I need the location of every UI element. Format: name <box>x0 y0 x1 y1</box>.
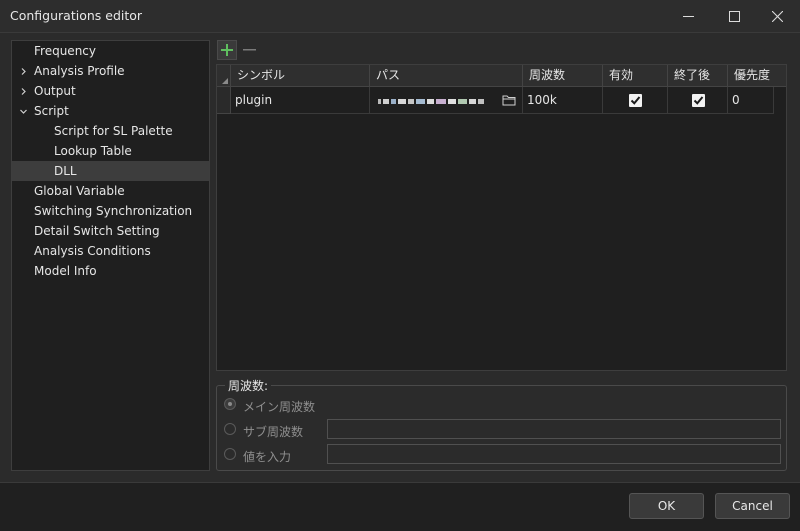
input-value-field[interactable] <box>327 444 781 464</box>
radio-main-frequency-label: メイン周波数 <box>243 400 316 414</box>
radio-main-frequency[interactable] <box>224 398 236 410</box>
ok-button[interactable]: OK <box>629 493 704 519</box>
window-title: Configurations editor <box>10 8 143 23</box>
nav-item-script[interactable]: Script <box>12 101 209 121</box>
nav-item-global-variable[interactable]: Global Variable <box>12 181 209 201</box>
column-header-after-end[interactable]: 終了後 <box>668 65 728 87</box>
cell-priority[interactable]: 0 <box>728 87 774 114</box>
table-corner[interactable] <box>217 65 231 87</box>
nav-item-label: Global Variable <box>34 184 125 198</box>
nav-item-label: Model Info <box>34 264 97 278</box>
cell-path[interactable] <box>370 87 523 114</box>
nav-item-label: Script <box>34 104 69 118</box>
nav-item-label: Lookup Table <box>54 144 132 158</box>
column-header-enabled[interactable]: 有効 <box>603 65 668 87</box>
remove-row-button[interactable] <box>240 40 258 60</box>
nav-item-lookup-table[interactable]: Lookup Table <box>12 141 209 161</box>
chevron-down-icon[interactable] <box>18 101 28 121</box>
nav-item-detail-switch-setting[interactable]: Detail Switch Setting <box>12 221 209 241</box>
maximize-icon <box>728 10 740 22</box>
obscured-path-text <box>378 98 486 104</box>
nav-item-label: Switching Synchronization <box>34 204 193 218</box>
checkmark-icon <box>693 96 704 105</box>
nav-item-frequency[interactable]: Frequency <box>12 41 209 61</box>
nav-item-output[interactable]: Output <box>12 81 209 101</box>
dll-table: シンボル パス 周波数 有効 終了後 優先度 plugin 100k 0 <box>216 64 787 371</box>
minimize-button[interactable] <box>665 0 711 32</box>
row-header[interactable] <box>217 87 231 114</box>
nav-item-label: Analysis Profile <box>34 64 125 78</box>
radio-sub-frequency[interactable] <box>224 423 236 435</box>
folder-icon[interactable] <box>502 94 516 106</box>
nav-item-dll[interactable]: DLL <box>12 161 209 181</box>
plus-icon <box>221 44 233 56</box>
frequency-group-title: 周波数: <box>225 377 272 394</box>
column-header-frequency[interactable]: 周波数 <box>523 65 603 87</box>
sort-corner-icon <box>222 78 228 84</box>
add-row-button[interactable] <box>217 40 237 60</box>
column-header-path[interactable]: パス <box>370 65 523 87</box>
chevron-right-icon[interactable] <box>18 61 28 81</box>
nav-item-model-info[interactable]: Model Info <box>12 261 209 281</box>
cell-frequency[interactable]: 100k <box>523 87 603 114</box>
nav-item-switching-synchronization[interactable]: Switching Synchronization <box>12 201 209 221</box>
after-end-checkbox[interactable] <box>692 94 705 107</box>
minus-icon <box>243 49 256 51</box>
nav-item-label: Script for SL Palette <box>54 124 173 138</box>
column-header-priority[interactable]: 優先度 <box>728 65 786 87</box>
nav-item-label: Output <box>34 84 76 98</box>
sub-frequency-field[interactable] <box>327 419 781 439</box>
column-header-symbol[interactable]: シンボル <box>231 65 370 87</box>
nav-item-label: Frequency <box>34 44 96 58</box>
radio-sub-frequency-label: サブ周波数 <box>243 425 304 439</box>
maximize-button[interactable] <box>711 0 757 32</box>
nav-item-analysis-conditions[interactable]: Analysis Conditions <box>12 241 209 261</box>
radio-input-value-label: 値を入力 <box>243 450 292 464</box>
cancel-button[interactable]: Cancel <box>715 493 790 519</box>
enabled-checkbox[interactable] <box>629 94 642 107</box>
cell-after-end[interactable] <box>668 87 728 114</box>
nav-item-label: Detail Switch Setting <box>34 224 160 238</box>
nav-item-script-for-sl-palette[interactable]: Script for SL Palette <box>12 121 209 141</box>
chevron-right-icon[interactable] <box>18 81 28 101</box>
radio-input-value[interactable] <box>224 448 236 460</box>
nav-item-label: Analysis Conditions <box>34 244 151 258</box>
settings-tree: Frequency Analysis Profile Output Script Scr… <box>11 40 210 471</box>
nav-item-analysis-profile[interactable]: Analysis Profile <box>12 61 209 81</box>
close-button[interactable] <box>754 0 800 32</box>
close-icon <box>771 10 783 22</box>
minimize-icon <box>682 15 694 17</box>
title-bar: Configurations editor <box>0 0 800 33</box>
cell-symbol[interactable]: plugin <box>231 87 370 114</box>
checkmark-icon <box>630 96 641 105</box>
cell-enabled[interactable] <box>603 87 668 114</box>
nav-item-label: DLL <box>54 164 77 178</box>
